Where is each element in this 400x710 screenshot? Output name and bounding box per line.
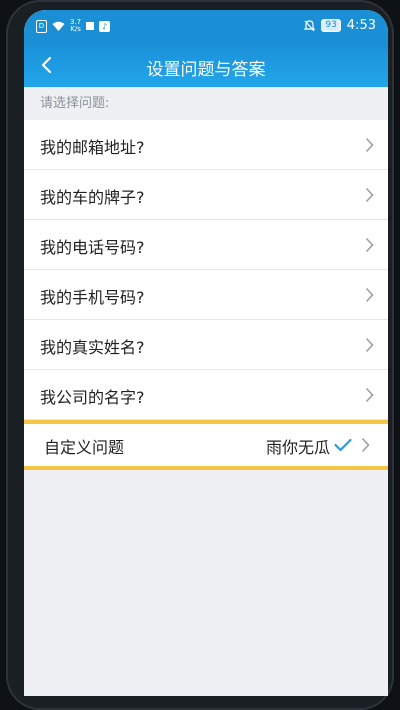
section-header: 请选择问题: xyxy=(40,96,110,111)
chevron-right-icon xyxy=(361,437,370,453)
wifi-icon xyxy=(52,21,65,32)
chevron-right-icon xyxy=(365,187,374,203)
question-label: 我的真实姓名? xyxy=(40,338,145,357)
question-item-mobile-number[interactable]: 我的手机号码? xyxy=(24,270,388,320)
notification-square-icon xyxy=(86,22,95,30)
check-icon xyxy=(334,438,352,452)
battery-indicator: 93 xyxy=(321,19,341,32)
question-label: 我的手机号码? xyxy=(40,288,145,307)
nav-bar: 设置问题与答案 xyxy=(24,42,388,87)
chevron-right-icon xyxy=(365,287,374,303)
chevron-right-icon xyxy=(365,337,374,353)
phone-frame: D 3.7 K/s ♪ 93 4:53 设置问题与答案 请选择问题: 我的邮箱地… xyxy=(6,0,394,710)
custom-question-value: 雨你无瓜 xyxy=(265,438,330,457)
question-item-email[interactable]: 我的邮箱地址? xyxy=(24,120,388,170)
screen: D 3.7 K/s ♪ 93 4:53 设置问题与答案 请选择问题: 我的邮箱地… xyxy=(24,10,388,696)
tiktok-icon: ♪ xyxy=(99,20,111,32)
question-label: 我的电话号码? xyxy=(40,238,145,257)
chevron-right-icon xyxy=(365,387,374,403)
page-title: 设置问题与答案 xyxy=(146,60,266,80)
question-item-custom[interactable]: 自定义问题 雨你无瓜 xyxy=(24,420,388,470)
question-item-real-name[interactable]: 我的真实姓名? xyxy=(24,320,388,370)
question-list: 我的邮箱地址? 我的车的牌子? 我的电话号码? 我的手机号码? 我的真实姓名? … xyxy=(24,120,388,470)
status-time: 4:53 xyxy=(346,18,376,33)
chevron-right-icon xyxy=(365,237,374,253)
bell-off-icon xyxy=(304,19,316,32)
question-label: 我的邮箱地址? xyxy=(40,138,145,157)
custom-question-label: 自定义问题 xyxy=(44,438,125,457)
question-item-car-brand[interactable]: 我的车的牌子? xyxy=(24,170,388,220)
network-speed: 3.7 K/s xyxy=(70,18,82,33)
chevron-right-icon xyxy=(365,137,374,153)
status-bar: D 3.7 K/s ♪ 93 4:53 xyxy=(24,10,388,42)
question-item-phone-number[interactable]: 我的电话号码? xyxy=(24,220,388,270)
question-label: 我的车的牌子? xyxy=(40,188,145,207)
question-label: 我公司的名字? xyxy=(40,388,145,407)
question-item-company-name[interactable]: 我公司的名字? xyxy=(24,370,388,420)
sim-icon: D xyxy=(36,19,47,33)
